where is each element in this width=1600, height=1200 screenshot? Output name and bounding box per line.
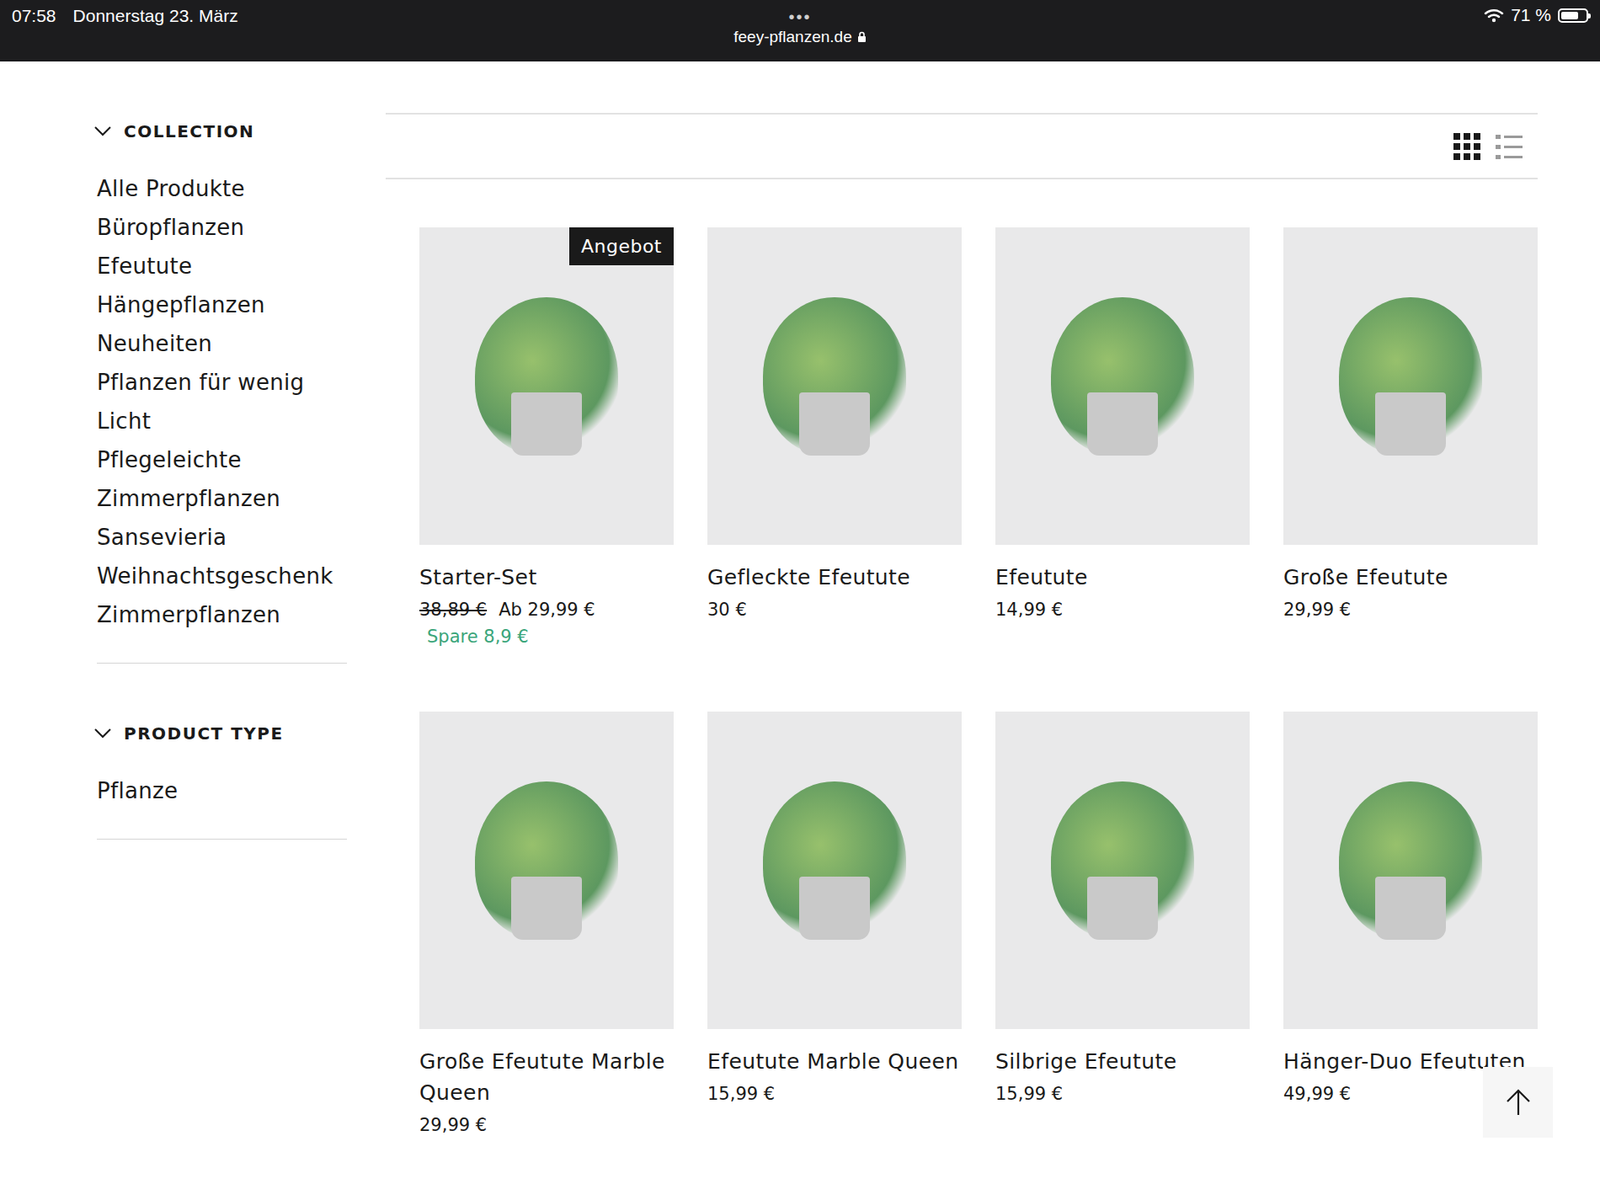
product-card[interactable]: Efeutute 14,99 € xyxy=(995,227,1250,678)
address-bar[interactable]: feey-pflanzen.de xyxy=(733,26,867,48)
price-row: 15,99 € xyxy=(707,1080,962,1108)
filter-section: PRODUCT TYPE Pflanze xyxy=(96,720,347,840)
product-area: Angebot Starter-Set 38,89 € Ab 29,99 €Spare… xyxy=(385,61,1538,1163)
pot-shape xyxy=(1087,392,1159,456)
filter-item[interactable]: Neuheiten xyxy=(96,324,347,363)
product-title[interactable]: Große Efeutute xyxy=(1283,561,1538,593)
url: feey-pflanzen.de xyxy=(733,26,853,48)
grid-view-button[interactable] xyxy=(1451,131,1483,162)
back-to-top-button[interactable] xyxy=(1482,1066,1553,1138)
pot-shape xyxy=(799,392,871,456)
product-photo[interactable] xyxy=(707,227,962,545)
filter-item[interactable]: Pflegeleichte xyxy=(96,440,347,480)
product-card[interactable]: Angebot Starter-Set 38,89 € Ab 29,99 €Spare… xyxy=(419,227,674,678)
lock-icon xyxy=(857,31,867,43)
product-title[interactable]: Silbrige Efeutute xyxy=(995,1045,1250,1078)
product-card[interactable]: Große Efeutute 29,99 € xyxy=(1283,227,1538,678)
product-photo[interactable] xyxy=(1283,711,1538,1030)
filter-item[interactable]: Zimmerpflanzen xyxy=(96,479,347,518)
date: Donnerstag 23. März xyxy=(73,5,239,27)
product-title[interactable]: Große Efeutute Marble Queen xyxy=(419,1045,674,1109)
price: 15,99 € xyxy=(995,1080,1063,1108)
filter-section: COLLECTION Alle ProdukteBüropflanzenEfeut… xyxy=(96,118,347,664)
filter-heading[interactable]: COLLECTION xyxy=(93,118,347,144)
time: 07:58 xyxy=(11,5,57,27)
price: 29,99 € xyxy=(419,1111,487,1139)
product-title[interactable]: Starter-Set xyxy=(419,561,674,593)
more-dots[interactable]: ••• xyxy=(788,0,811,27)
product-card[interactable]: Efeutute Marble Queen15,99 € xyxy=(707,711,962,1163)
clock: 07:58 Donnerstag 23. März xyxy=(11,0,239,27)
page-content: COLLECTIONAlle ProdukteBüropflanzenEfeut… xyxy=(0,61,1600,1163)
pot-shape xyxy=(799,876,871,940)
filter-item[interactable]: Hängepflanzen xyxy=(96,285,347,325)
product-photo[interactable] xyxy=(995,711,1250,1030)
battery-fill xyxy=(1561,11,1579,20)
product-card[interactable]: Silbrige Efeutute15,99 € xyxy=(995,711,1250,1163)
product-card[interactable]: Gefleckte Efeutute 30 € xyxy=(707,227,962,678)
status-bar: 07:58Donnerstag 23. März•••feey-pflanzen… xyxy=(0,0,1600,62)
list-view-button[interactable] xyxy=(1493,131,1525,162)
price: 30 € xyxy=(707,596,747,624)
pot-shape xyxy=(1087,876,1159,940)
pot-shape xyxy=(511,876,583,940)
price: 14,99 € xyxy=(995,596,1063,624)
filter-item[interactable]: Pflanzen für wenig xyxy=(96,362,347,402)
price-row: 14,99 € xyxy=(995,596,1250,624)
price: Ab 29,99 € xyxy=(498,596,596,624)
sale-badge: Angebot xyxy=(569,227,674,266)
filter-list: Alle ProdukteBüropflanzenEfeututeHängepf… xyxy=(96,169,347,635)
chevron-icon xyxy=(93,125,112,138)
filter-item[interactable]: Alle Produkte xyxy=(96,169,347,208)
battery-icon xyxy=(1557,8,1589,23)
pot-shape xyxy=(1375,392,1447,456)
pot-shape xyxy=(511,392,583,456)
price-row: 30 € xyxy=(707,596,962,624)
price: 29,99 € xyxy=(1283,596,1351,624)
price: 15,99 € xyxy=(707,1080,775,1108)
toolbar xyxy=(385,112,1538,180)
product-title[interactable]: Efeutute xyxy=(995,561,1250,593)
old-price: 38,89 € xyxy=(419,596,487,624)
filter-item[interactable]: Büropflanzen xyxy=(96,208,347,247)
product-photo[interactable] xyxy=(995,227,1250,545)
product-photo[interactable] xyxy=(419,711,674,1030)
filter-heading[interactable]: PRODUCT TYPE xyxy=(93,720,347,747)
wifi-icon xyxy=(1483,7,1504,23)
chevron-icon xyxy=(93,727,112,740)
arrow-up-icon xyxy=(1503,1087,1534,1118)
product-photo[interactable] xyxy=(707,711,962,1030)
grid-view-icon xyxy=(1451,131,1483,162)
sidebar: COLLECTION Alle ProdukteBüropflanzenEfeut… xyxy=(96,61,347,1163)
filter-item[interactable]: Efeutute xyxy=(96,246,347,286)
price-row: 15,99 € xyxy=(995,1080,1250,1108)
price-row: 29,99 € xyxy=(419,1111,674,1139)
filter-item[interactable]: Weihnachtsgeschenk xyxy=(96,556,347,596)
price-row: 29,99 € xyxy=(1283,596,1538,624)
list-view-icon xyxy=(1493,131,1525,162)
product-photo[interactable]: Angebot xyxy=(419,227,674,545)
filter-item[interactable]: Sansevieria xyxy=(96,517,347,557)
battery-percent: 71 % xyxy=(1510,5,1552,26)
price-row: 38,89 € Ab 29,99 € xyxy=(419,596,674,624)
status-icons: 71 % xyxy=(1483,0,1589,26)
address-area: •••feey-pflanzen.de xyxy=(0,0,1600,48)
saving: Spare 8,9 € xyxy=(426,623,674,651)
filter-item[interactable]: Licht xyxy=(96,401,347,441)
product-grid: Angebot Starter-Set 38,89 € Ab 29,99 €Spare… xyxy=(419,227,1538,1163)
price: 49,99 € xyxy=(1283,1080,1351,1108)
product-photo[interactable] xyxy=(1283,227,1538,545)
pot-shape xyxy=(1375,876,1447,940)
product-card[interactable]: Große Efeutute Marble Queen29,99 € xyxy=(419,711,674,1163)
filter-item[interactable]: Pflanze xyxy=(96,771,347,811)
product-title[interactable]: Gefleckte Efeutute xyxy=(707,561,962,593)
filter-list: Pflanze xyxy=(96,771,347,811)
filter-item[interactable]: Zimmerpflanzen xyxy=(96,595,347,635)
product-title[interactable]: Efeutute Marble Queen xyxy=(707,1045,962,1078)
